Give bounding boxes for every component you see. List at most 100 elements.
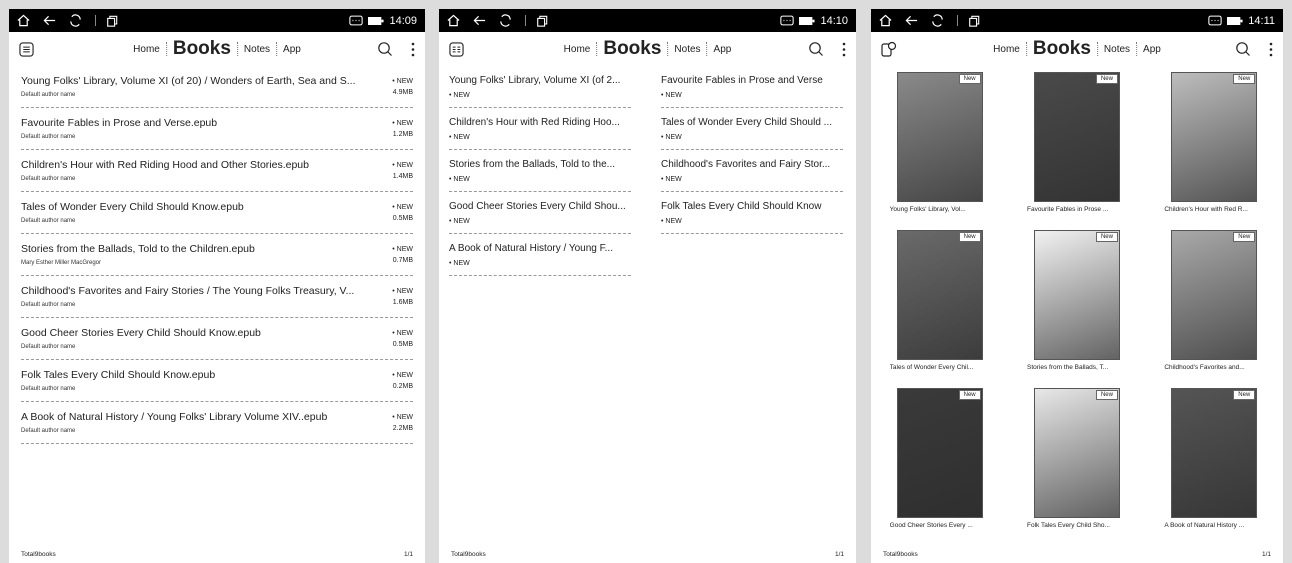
book-row[interactable]: Favourite Fables in Prose and Verse.epub… (21, 108, 413, 150)
book-cover-item[interactable]: New Childhood's Favorites and... (1146, 230, 1283, 388)
search-icon[interactable] (377, 41, 393, 57)
new-badge: • NEW (392, 371, 413, 379)
book-title: Children's Hour with Red R... (1164, 206, 1248, 213)
refresh-icon[interactable] (69, 14, 82, 27)
book-author: Default author name (21, 428, 76, 434)
tab-divider (706, 42, 708, 56)
book-author: Default author name (21, 92, 76, 98)
more-menu-icon[interactable] (411, 42, 415, 57)
book-author: Default author name (21, 344, 76, 350)
book-cover-item[interactable]: New Good Cheer Stories Every ... (871, 388, 1008, 546)
book-title: Folk Tales Every Child Should Know (661, 200, 822, 212)
tab-books[interactable]: Books (603, 38, 661, 60)
search-icon[interactable] (808, 41, 824, 57)
tab-home[interactable]: Home (133, 44, 160, 55)
total-books-count: Total9books (883, 550, 918, 558)
book-title: Childhood's Favorites and Fairy Stories … (21, 285, 355, 297)
book-row[interactable]: Tales of Wonder Every Child Should Know.… (21, 192, 413, 234)
view-mode-grid-icon[interactable] (449, 41, 464, 57)
book-title: Childhood's Favorites and... (1164, 364, 1245, 371)
book-author: Default author name (21, 386, 76, 392)
tab-notes[interactable]: Notes (674, 44, 700, 55)
tab-home[interactable]: Home (564, 44, 591, 55)
back-arrow-icon[interactable] (905, 14, 918, 27)
home-icon[interactable] (879, 14, 892, 27)
status-divider (525, 15, 526, 26)
book-item[interactable]: Favourite Fables in Prose and Verse • NEW (661, 66, 843, 108)
new-badge: • NEW (392, 413, 413, 421)
home-icon[interactable] (447, 14, 460, 27)
clock-time: 14:09 (389, 14, 417, 27)
keyboard-icon[interactable] (349, 15, 364, 26)
book-row[interactable]: Good Cheer Stories Every Child Should Kn… (21, 318, 413, 360)
home-icon[interactable] (17, 14, 30, 27)
file-size: 1.4MB (392, 172, 413, 180)
tab-divider (276, 42, 278, 56)
book-row[interactable]: Children's Hour with Red Riding Hood and… (21, 150, 413, 192)
tab-app[interactable]: App (1143, 44, 1161, 55)
tab-app[interactable]: App (714, 44, 732, 55)
book-title: Favourite Fables in Prose and Verse (661, 74, 823, 86)
book-item[interactable]: A Book of Natural History / Young F... • … (449, 234, 631, 276)
tab-home[interactable]: Home (993, 44, 1020, 55)
tab-divider (596, 42, 598, 56)
file-size: 4.9MB (392, 88, 413, 96)
more-menu-icon[interactable] (1269, 42, 1273, 57)
book-cover-item[interactable]: New Children's Hour with Red R... (1146, 72, 1283, 230)
book-title: Children's Hour with Red Riding Hoo... (449, 116, 620, 128)
book-item[interactable]: Stories from the Ballads, Told to the...… (449, 150, 631, 192)
status-bar: 14:09 (9, 9, 425, 32)
book-item[interactable]: Folk Tales Every Child Should Know • NEW (661, 192, 843, 234)
back-arrow-icon[interactable] (473, 14, 486, 27)
new-badge: New (1095, 390, 1118, 400)
tab-notes[interactable]: Notes (244, 44, 270, 55)
book-author: Mary Esther Miller MacGregor (21, 260, 102, 266)
tab-books[interactable]: Books (173, 38, 231, 60)
tab-notes[interactable]: Notes (1104, 44, 1130, 55)
book-cover-item[interactable]: New Tales of Wonder Every Chil... (871, 230, 1008, 388)
refresh-icon[interactable] (931, 14, 944, 27)
file-size: 0.5MB (392, 340, 413, 348)
multitask-icon[interactable] (536, 15, 548, 27)
book-cover-item[interactable]: New A Book of Natural History ... (1146, 388, 1283, 546)
new-badge: New (1095, 232, 1118, 242)
book-row[interactable]: Childhood's Favorites and Fairy Stories … (21, 276, 413, 318)
keyboard-icon[interactable] (1208, 15, 1222, 26)
book-item[interactable]: Good Cheer Stories Every Child Shou... • … (449, 192, 631, 234)
tab-divider (667, 42, 669, 56)
book-title: Good Cheer Stories Every Child Should Kn… (21, 327, 261, 339)
multitask-icon[interactable] (968, 15, 980, 27)
total-books-count: Total9books (451, 550, 486, 558)
view-mode-cover-icon[interactable] (881, 41, 897, 57)
book-row[interactable]: Young Folks' Library, Volume XI (of 20) … (21, 66, 413, 108)
book-cover-item[interactable]: New Favourite Fables in Prose ... (1008, 72, 1145, 230)
search-icon[interactable] (1235, 41, 1251, 57)
book-cover-item[interactable]: New Folk Tales Every Child Sho... (1008, 388, 1145, 546)
new-badge: • NEW (449, 175, 470, 183)
book-cover-item[interactable]: New Young Folks' Library, Vol... (871, 72, 1008, 230)
book-item[interactable]: Children's Hour with Red Riding Hoo... • … (449, 108, 631, 150)
book-item[interactable]: Childhood's Favorites and Fairy Stor... •… (661, 150, 843, 192)
tab-app[interactable]: App (283, 44, 301, 55)
book-cover-image: New (896, 388, 983, 518)
book-cover-item[interactable]: New Stories from the Ballads, T... (1008, 230, 1145, 388)
refresh-icon[interactable] (499, 14, 512, 27)
book-cover-image: New (1033, 230, 1120, 360)
back-arrow-icon[interactable] (43, 14, 56, 27)
book-title: A Book of Natural History / Young F... (449, 242, 613, 254)
book-row[interactable]: Folk Tales Every Child Should Know.epub D… (21, 360, 413, 402)
book-row[interactable]: A Book of Natural History / Young Folks'… (21, 402, 413, 444)
battery-icon (799, 16, 816, 25)
file-size: 0.5MB (392, 214, 413, 222)
book-row[interactable]: Stories from the Ballads, Told to the Ch… (21, 234, 413, 276)
footer: Total9books 1/1 (439, 545, 856, 563)
more-menu-icon[interactable] (842, 42, 846, 57)
view-mode-list-icon[interactable] (19, 41, 34, 57)
keyboard-icon[interactable] (780, 15, 795, 26)
multitask-icon[interactable] (106, 15, 118, 27)
book-item[interactable]: Young Folks' Library, Volume XI (of 2...… (449, 66, 631, 108)
battery-icon (1227, 16, 1243, 25)
book-item[interactable]: Tales of Wonder Every Child Should ... • … (661, 108, 843, 150)
tab-books[interactable]: Books (1033, 38, 1091, 60)
book-cover-image: New (896, 230, 983, 360)
